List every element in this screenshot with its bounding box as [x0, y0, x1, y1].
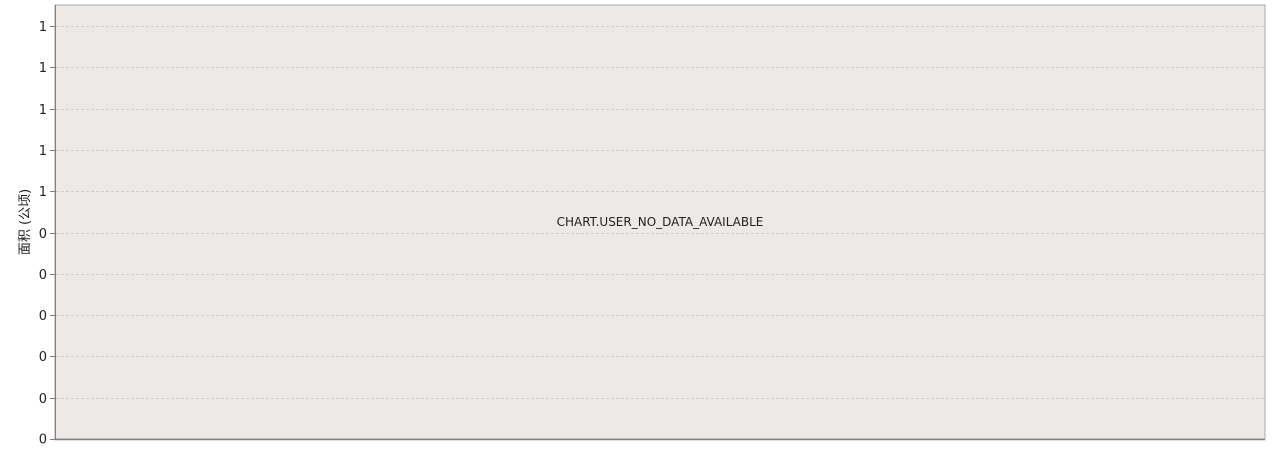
y-tick-label: 1 — [39, 144, 47, 159]
y-tick-label: 1 — [39, 185, 47, 200]
y-axis-title: 面积 (公顷) — [18, 189, 33, 255]
chart-svg: 1 1 1 1 1 0 0 0 0 0 0 面积 (公顷) CHART.USER_NO_DATA_A… — [18, 4, 1266, 448]
y-tick-label: 1 — [39, 61, 47, 76]
y-tick-label: 0 — [39, 433, 47, 448]
y-tick-label: 0 — [39, 309, 47, 324]
chart-container: 1 1 1 1 1 0 0 0 0 0 0 面积 (公顷) CHART.USER_NO_DATA_A… — [0, 0, 1274, 450]
y-tick-label: 0 — [39, 227, 47, 242]
y-tick-label: 1 — [39, 20, 47, 35]
y-tick-label: 0 — [39, 268, 47, 283]
y-axis-ticks: 1 1 1 1 1 0 0 0 0 0 0 — [39, 20, 55, 448]
y-tick-label: 0 — [39, 350, 47, 365]
y-tick-label: 0 — [39, 392, 47, 407]
no-data-message: CHART.USER_NO_DATA_AVAILABLE — [557, 215, 764, 229]
y-tick-label: 1 — [39, 103, 47, 118]
